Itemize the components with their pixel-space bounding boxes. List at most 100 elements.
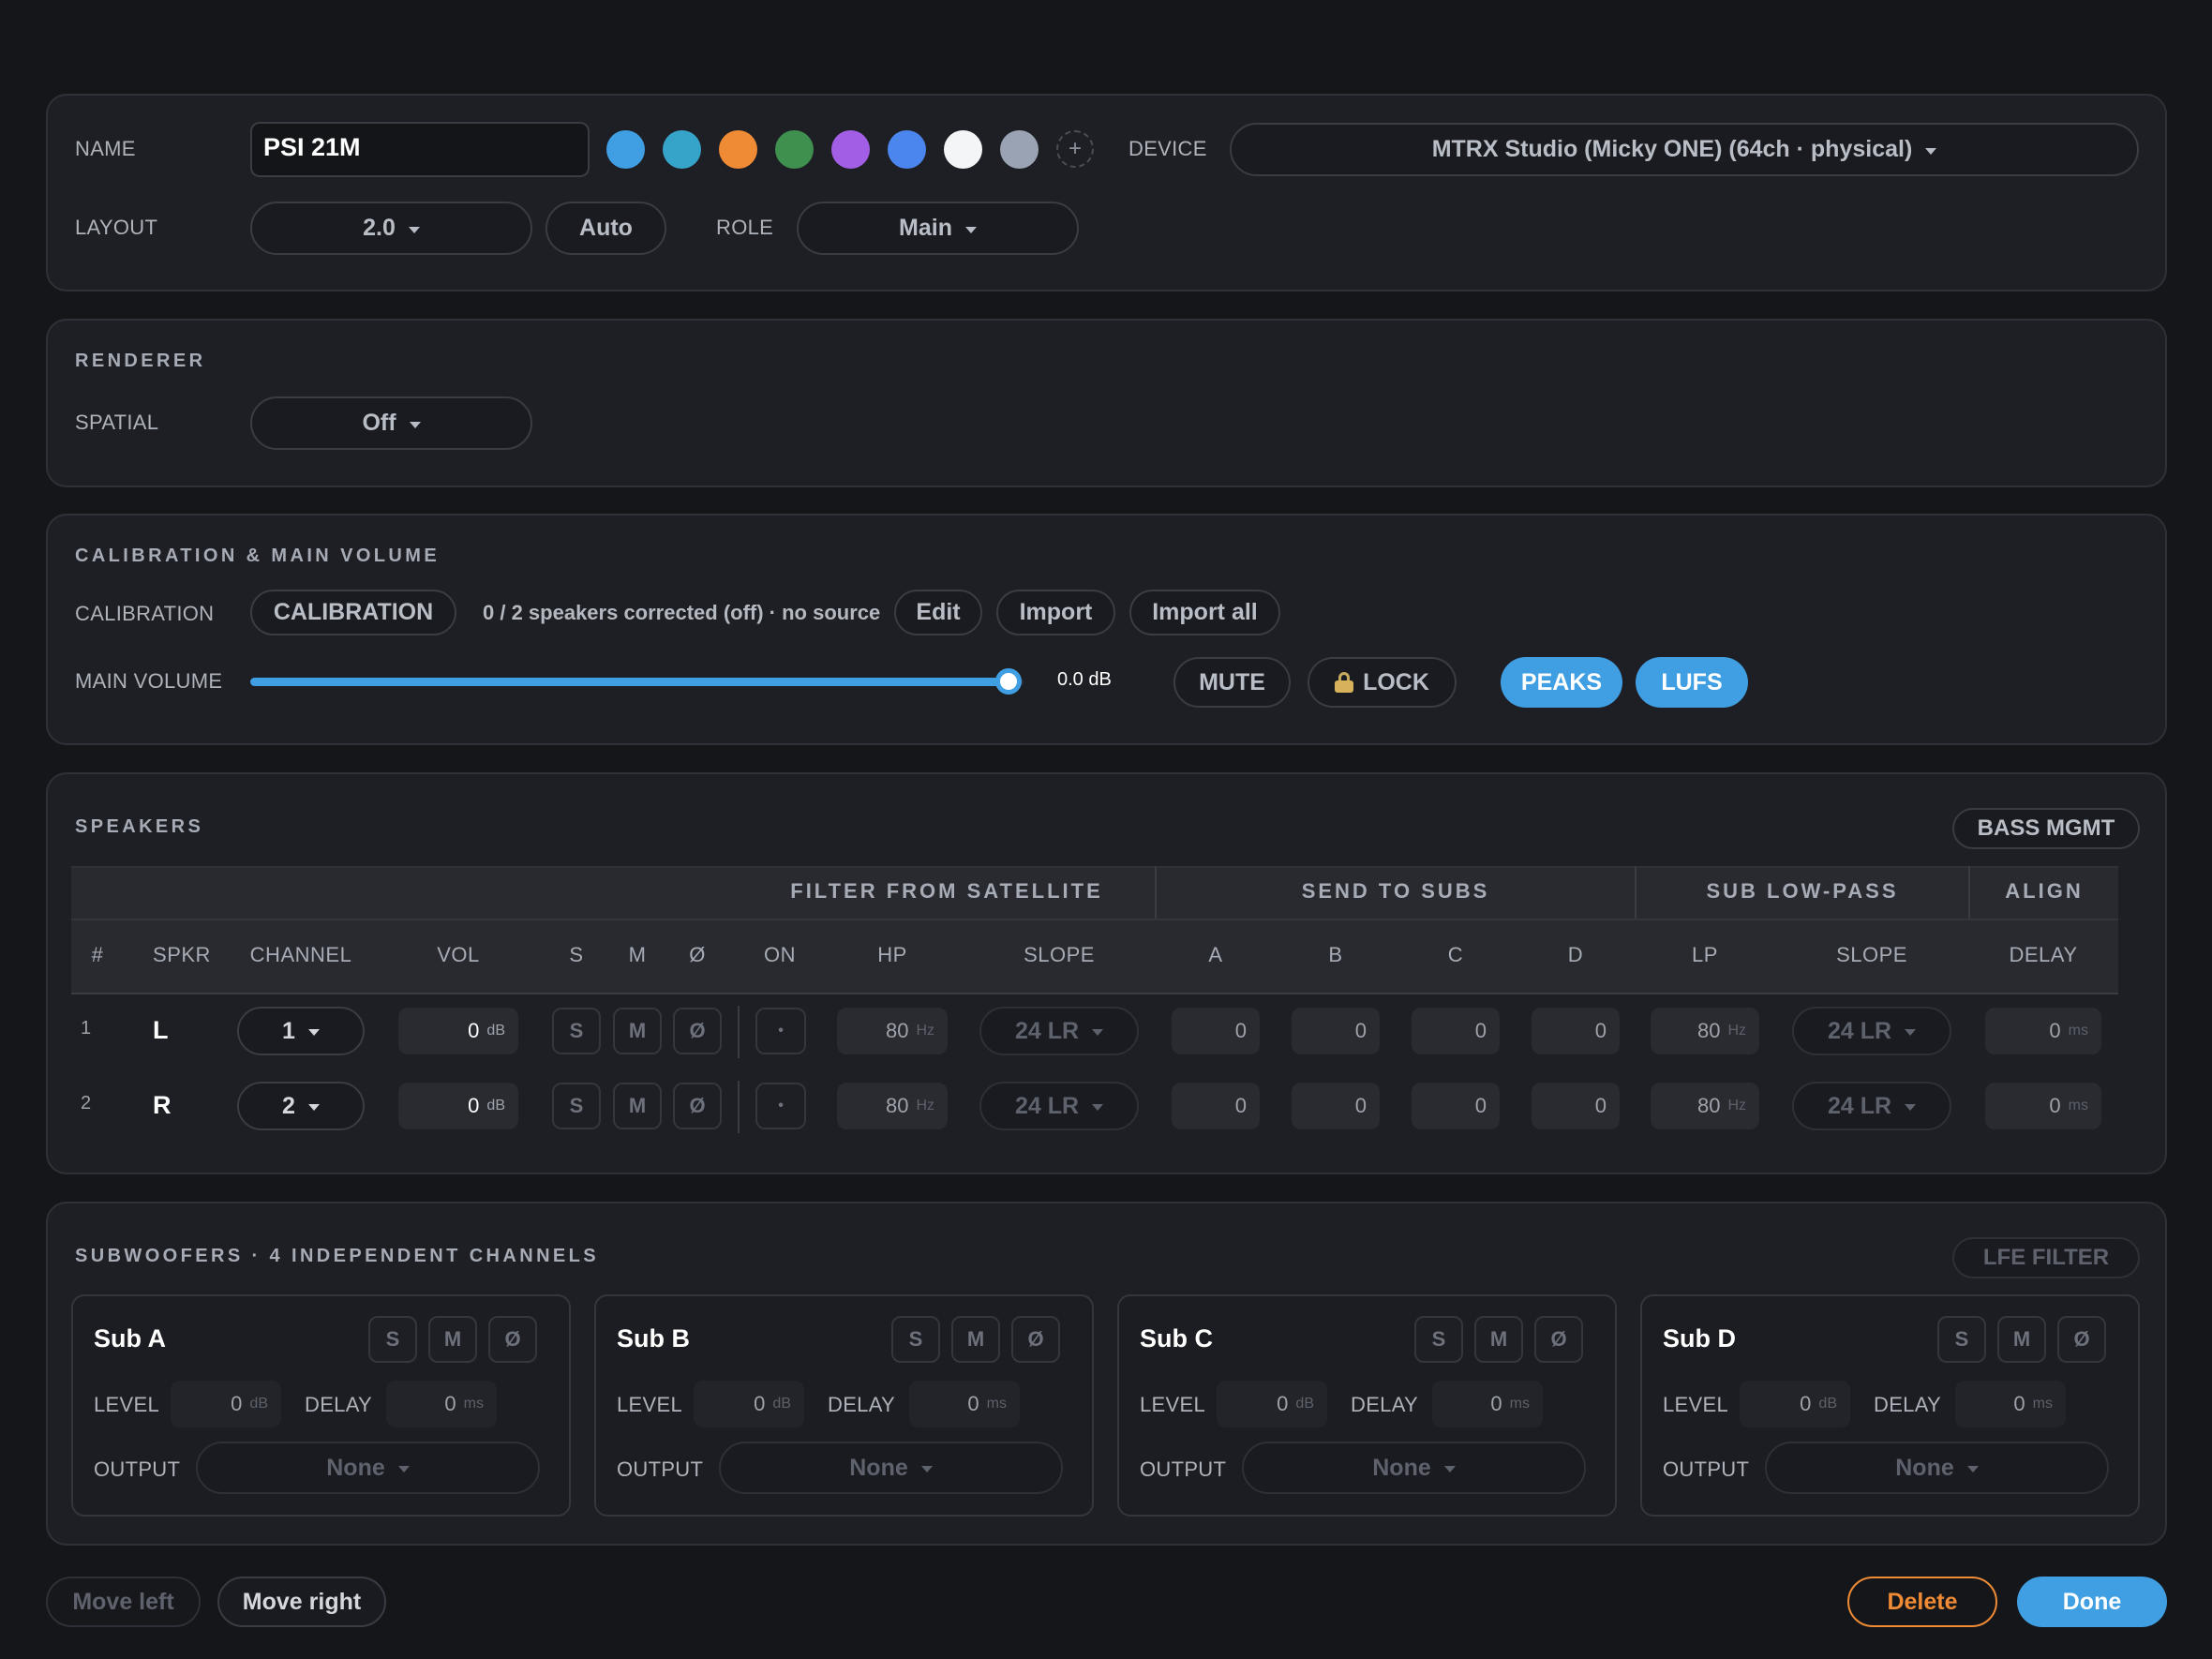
chevron-down-icon [1905, 1029, 1917, 1036]
mute-toggle[interactable]: M [1474, 1316, 1523, 1363]
auto-button[interactable]: Auto [546, 202, 666, 255]
send-sub-d-input[interactable]: 0 [1532, 1083, 1620, 1129]
lp-frequency-input[interactable]: 80 Hz [1651, 1008, 1759, 1054]
phase-invert-button[interactable]: Ø [673, 1008, 722, 1054]
color-swatch-green[interactable] [775, 130, 814, 169]
solo-button[interactable]: S [1937, 1316, 1986, 1363]
hp-slope-select[interactable]: 24 LR [979, 1007, 1139, 1055]
delay-input[interactable]: 0 ms [1432, 1381, 1543, 1427]
lp-unit: Hz [1727, 1023, 1746, 1039]
done-button[interactable]: Done [2017, 1577, 2167, 1627]
delete-button[interactable]: Delete [1847, 1577, 1997, 1627]
color-swatch-royal-blue[interactable] [888, 130, 926, 169]
output-select[interactable]: None [1242, 1442, 1586, 1494]
channel-select[interactable]: 2 [237, 1082, 365, 1130]
delay-unit: ms [2032, 1396, 2053, 1412]
device-select[interactable]: MTRX Studio (Micky ONE) (64ch · physical… [1230, 123, 2139, 176]
mute-toggle[interactable]: M [613, 1008, 662, 1054]
delay-input[interactable]: 0 ms [1985, 1083, 2101, 1129]
speakers-title: SPEAKERS [75, 816, 204, 837]
phase-invert-button[interactable]: Ø [673, 1083, 722, 1129]
send-sub-a-input[interactable]: 0 [1172, 1008, 1260, 1054]
level-input[interactable]: 0 dB [1740, 1381, 1850, 1427]
chevron-down-icon [1925, 147, 1937, 155]
mute-toggle[interactable]: M [613, 1083, 662, 1129]
lock-button[interactable]: LOCK [1308, 657, 1457, 708]
level-value: 0 [1800, 1392, 1812, 1415]
group-filter-from-satellite: FILTER FROM SATELLITE [790, 879, 1103, 903]
volume-input[interactable]: 0 dB [398, 1083, 518, 1129]
delay-input[interactable]: 0 ms [1985, 1008, 2101, 1054]
color-swatch-teal[interactable] [663, 130, 701, 169]
volume-fill [250, 678, 1012, 686]
spatial-select[interactable]: Off [250, 396, 532, 450]
send-sub-c-input[interactable]: 0 [1412, 1083, 1500, 1129]
volume-slider[interactable] [250, 668, 1024, 695]
send-sub-d-input[interactable]: 0 [1532, 1008, 1620, 1054]
phase-invert-button[interactable]: Ø [1011, 1316, 1060, 1363]
calibration-button[interactable]: CALIBRATION [250, 590, 456, 635]
add-color-button[interactable]: + [1056, 130, 1094, 168]
import-all-button[interactable]: Import all [1129, 590, 1280, 635]
move-left-button[interactable]: Move left [46, 1577, 201, 1627]
volume-unit: dB [486, 1023, 505, 1039]
color-swatch-gray[interactable] [1000, 130, 1039, 169]
layout-select[interactable]: 2.0 [250, 202, 532, 255]
col-header-c: C [1447, 943, 1464, 966]
mute-button[interactable]: MUTE [1173, 657, 1291, 708]
color-swatch-orange[interactable] [719, 130, 757, 169]
solo-button[interactable]: S [552, 1083, 601, 1129]
color-swatch-white[interactable] [944, 130, 982, 169]
role-select[interactable]: Main [797, 202, 1079, 255]
phase-invert-button[interactable]: Ø [488, 1316, 537, 1363]
peaks-button[interactable]: PEAKS [1501, 657, 1622, 708]
mute-toggle[interactable]: M [951, 1316, 1000, 1363]
delay-input[interactable]: 0 ms [386, 1381, 497, 1427]
level-input[interactable]: 0 dB [694, 1381, 804, 1427]
output-select[interactable]: None [196, 1442, 540, 1494]
delay-input[interactable]: 0 ms [909, 1381, 1020, 1427]
level-input[interactable]: 0 dB [1217, 1381, 1327, 1427]
output-select[interactable]: None [719, 1442, 1063, 1494]
color-swatch-blue[interactable] [606, 130, 645, 169]
volume-input[interactable]: 0 dB [398, 1008, 518, 1054]
send-value: 0 [1354, 1094, 1367, 1117]
lufs-button[interactable]: LUFS [1636, 657, 1748, 708]
edit-button[interactable]: Edit [894, 590, 982, 635]
hp-frequency-input[interactable]: 80 Hz [837, 1083, 948, 1129]
hp-slope-select[interactable]: 24 LR [979, 1082, 1139, 1130]
send-sub-a-input[interactable]: 0 [1172, 1083, 1260, 1129]
solo-button[interactable]: S [368, 1316, 417, 1363]
output-select[interactable]: None [1765, 1442, 2109, 1494]
lp-slope-select[interactable]: 24 LR [1792, 1007, 1951, 1055]
solo-button[interactable]: S [552, 1008, 601, 1054]
hp-unit: Hz [916, 1023, 934, 1039]
mute-toggle[interactable]: M [1997, 1316, 2046, 1363]
filter-on-toggle[interactable]: • [755, 1083, 806, 1129]
filter-on-toggle[interactable]: • [755, 1008, 806, 1054]
send-sub-c-input[interactable]: 0 [1412, 1008, 1500, 1054]
bass-mgmt-button[interactable]: BASS MGMT [1952, 808, 2140, 849]
level-input[interactable]: 0 dB [171, 1381, 281, 1427]
delay-label: DELAY [1874, 1393, 1942, 1416]
import-button[interactable]: Import [996, 590, 1115, 635]
volume-handle[interactable] [995, 668, 1022, 695]
lfe-filter-button[interactable]: LFE FILTER [1952, 1237, 2140, 1278]
color-swatch-purple[interactable] [831, 130, 870, 169]
phase-invert-button[interactable]: Ø [1534, 1316, 1583, 1363]
hp-frequency-input[interactable]: 80 Hz [837, 1008, 948, 1054]
send-sub-b-input[interactable]: 0 [1292, 1008, 1380, 1054]
name-input[interactable]: PSI 21M [250, 122, 590, 177]
chevron-down-icon [1966, 1466, 1979, 1472]
phase-invert-button[interactable]: Ø [2057, 1316, 2106, 1363]
lp-slope-select[interactable]: 24 LR [1792, 1082, 1951, 1130]
mute-toggle[interactable]: M [428, 1316, 477, 1363]
lp-frequency-input[interactable]: 80 Hz [1651, 1083, 1759, 1129]
solo-button[interactable]: S [1414, 1316, 1463, 1363]
send-sub-b-input[interactable]: 0 [1292, 1083, 1380, 1129]
channel-select[interactable]: 1 [237, 1007, 365, 1055]
delay-input[interactable]: 0 ms [1955, 1381, 2066, 1427]
solo-button[interactable]: S [891, 1316, 940, 1363]
layout-value: 2.0 [363, 215, 396, 241]
move-right-button[interactable]: Move right [217, 1577, 386, 1627]
